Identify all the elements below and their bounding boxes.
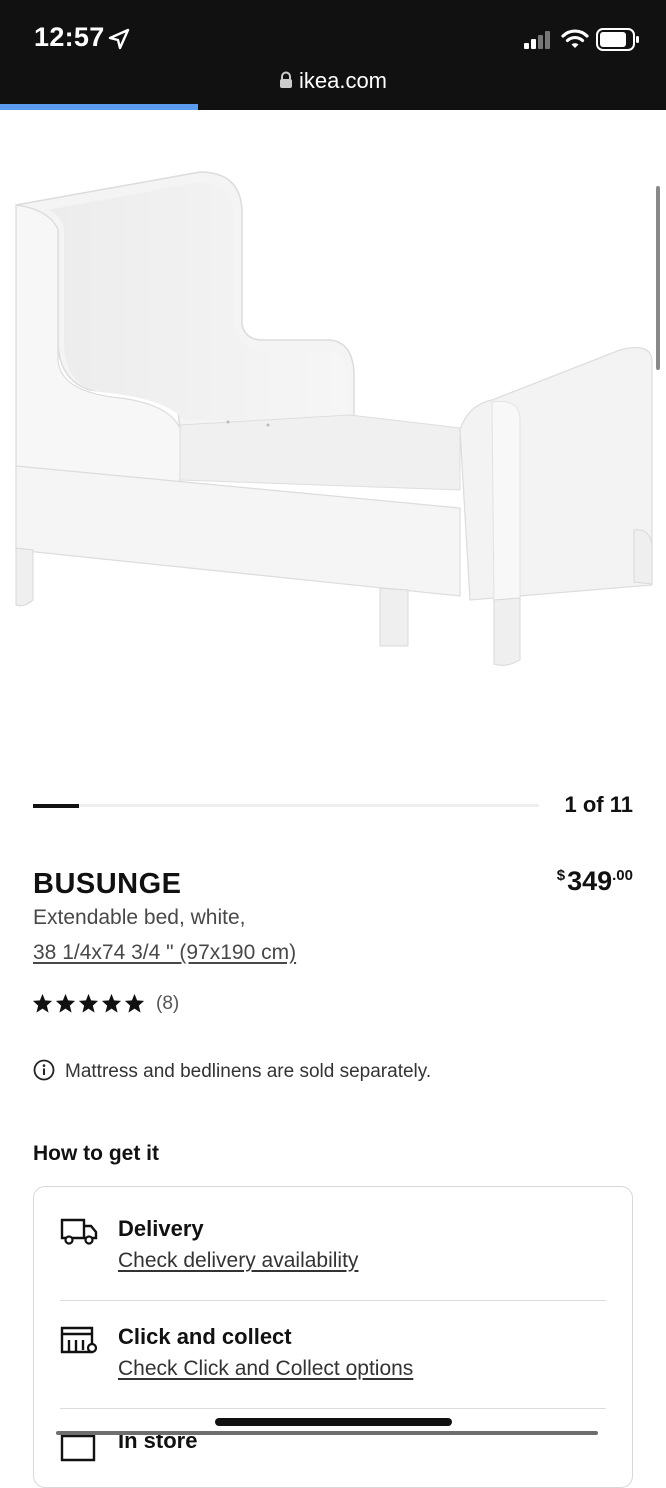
store-pickup-icon (60, 1326, 98, 1354)
address-bar[interactable]: ikea.com (0, 68, 666, 94)
battery-icon (596, 28, 639, 51)
image-counter: 1 of 11 (564, 792, 633, 817)
store-icon (60, 1434, 96, 1462)
price-whole: 349 (567, 866, 613, 896)
price-decimal: .00 (612, 867, 633, 884)
truck-icon (60, 1218, 98, 1245)
click-collect-title: Click and collect (118, 1324, 292, 1349)
price-currency: $ (556, 867, 566, 884)
location-arrow-icon (108, 28, 130, 50)
browser-top-bar: 12:57 ikea.com (0, 0, 666, 110)
review-count[interactable]: (8) (156, 993, 179, 1015)
wifi-icon (561, 29, 589, 48)
divider (60, 1408, 606, 1409)
delivery-title: Delivery (118, 1216, 204, 1241)
divider (60, 1300, 606, 1301)
how-to-get-heading: How to get it (33, 1142, 159, 1165)
check-delivery-link[interactable]: Check delivery availability (118, 1249, 358, 1273)
star-icon (78, 993, 99, 1013)
notice-text: Mattress and bedlinens are sold separate… (65, 1061, 432, 1082)
horizontal-scrollbar[interactable] (56, 1431, 598, 1435)
star-icon (124, 993, 145, 1013)
product-name: BUSUNGE (33, 868, 182, 900)
rating-stars[interactable] (32, 993, 147, 1018)
product-image[interactable] (0, 110, 666, 770)
cellular-signal-icon (524, 31, 550, 49)
carousel-progress (33, 803, 539, 808)
star-icon (55, 993, 76, 1013)
product-description: Extendable bed, white, (33, 906, 246, 929)
check-click-collect-link[interactable]: Check Click and Collect options (118, 1357, 413, 1381)
url-text: ikea.com (298, 68, 388, 93)
status-time: 12:57 (34, 22, 105, 52)
vertical-scrollbar[interactable] (656, 186, 660, 370)
star-icon (101, 993, 122, 1013)
product-price: $349.00 (557, 866, 633, 897)
product-notice: Mattress and bedlinens are sold separate… (33, 1059, 431, 1083)
product-size-link[interactable]: 38 1/4x74 3/4 " (97x190 cm) (33, 941, 296, 965)
star-icon (32, 993, 53, 1013)
carousel-progress-fill (33, 803, 79, 808)
lock-icon (279, 71, 292, 88)
home-indicator[interactable] (215, 1418, 452, 1426)
info-icon (33, 1059, 55, 1081)
